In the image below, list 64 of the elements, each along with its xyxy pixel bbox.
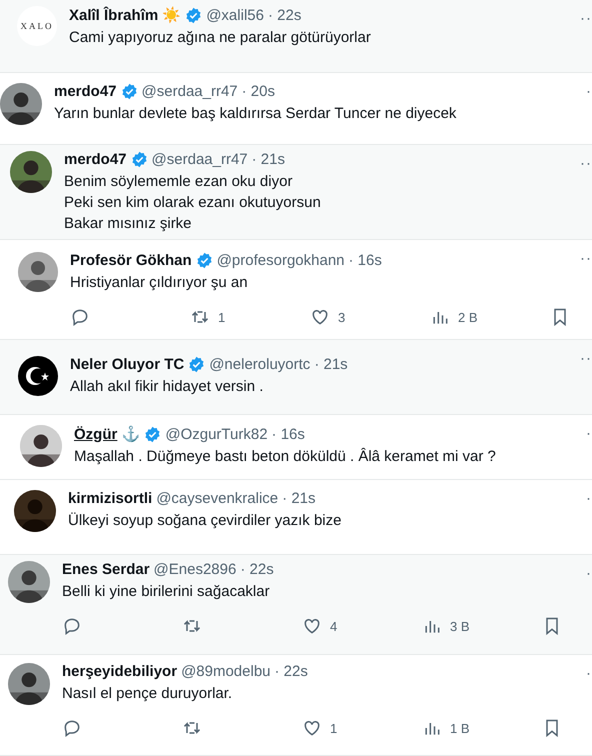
tweet-time: · 21s [282,490,316,507]
view-count: 1 B [450,720,470,736]
user-handle[interactable]: @xalil56 [206,6,264,24]
tweet-time: · 22s [268,6,302,24]
tweet-text: Hristiyanlar çıldırıyor şu an [70,273,249,293]
user-name[interactable]: Neler Oluyor TC [70,356,184,373]
tweet-time: · 20s [242,83,275,100]
tweet-text: Cami yapıyoruz ağına ne paralar götürüyorlar [69,28,372,48]
more-menu[interactable]: ·· [580,350,592,367]
user-handle[interactable]: @caysevenkralice [156,490,278,507]
user-name[interactable]: Profesör Gökhan [70,252,192,269]
tweet-text: Nasıl el pençe duruyorlar. [62,684,234,704]
tweet-text: Belli ki yine birilerini sağacaklar [62,582,271,602]
tweet-time: · 21s [252,151,285,168]
user-name[interactable]: kirmizisortli [68,490,152,507]
heart-icon[interactable] [310,307,330,327]
more-menu[interactable]: ·· [580,250,592,267]
tweet-text: Benim söylememle ezan oku diyor [64,172,294,192]
name-emoji: ⚓ [121,425,140,443]
more-menu[interactable]: · [586,83,592,100]
user-name[interactable]: merdo47 [64,151,127,168]
tweet-time: · 22s [240,561,274,578]
tweet-time: · 22s [274,663,308,680]
more-menu[interactable]: · [586,490,592,507]
more-menu[interactable]: ·· [580,10,592,27]
tweet-text: Peki sen kim olarak ezanı okutuyorsun [64,193,322,213]
user-name[interactable]: merdo47 [54,83,117,100]
user-handle[interactable]: @profesorgokhann [216,252,345,269]
user-handle[interactable]: @serdaa_rr47 [152,151,248,168]
heart-icon[interactable] [302,616,322,636]
more-menu[interactable]: ·· [580,155,592,172]
view-count: 2 B [458,310,478,324]
user-name[interactable]: Xalîl Îbrahîm [69,6,158,24]
logo-text: XALO [20,21,54,31]
tweet-text: Ülkeyi soyup soğana çevirdiler yazık bize [68,511,342,531]
user-handle[interactable]: @neleroluyortc [209,356,310,373]
more-menu[interactable]: · [586,425,592,442]
retweet-count: 1 [218,310,226,324]
reply-icon[interactable] [62,718,82,738]
tweet-text: Maşallah . Düğmeye bastı beton döküldü . Âlâ keramet mi var ? [74,446,497,467]
tweet-time: · 16s [348,252,382,269]
user-handle[interactable]: @Enes2896 [154,561,236,578]
tweet-text: Bakar mısınız şirke [64,214,193,234]
tweet-text: Allah akıl fikir hidayet versin . [70,377,264,397]
flag-avatar-icon [18,356,58,396]
like-count: 4 [330,618,338,634]
tweet-text: Yarın bunlar devlete baş kaldırırsa Serdar Tuncer ne diyecek [54,104,458,124]
user-handle[interactable]: @serdaa_rr47 [142,83,238,100]
tweet-time: · 16s [272,426,305,442]
user-name[interactable]: Özgür [74,426,118,442]
like-count: 3 [338,310,346,324]
reply-icon[interactable] [62,616,82,636]
tweet-time: · 21s [314,356,348,373]
user-handle[interactable]: @89modelbu [181,663,271,680]
more-menu[interactable]: · [586,565,592,582]
user-name[interactable]: Enes Serdar [62,561,150,578]
name-emoji: ☀ [162,6,182,24]
user-handle[interactable]: @OzgurTurk82 [165,426,268,442]
user-name[interactable]: herşeyidebiliyor [62,663,178,680]
heart-icon[interactable] [302,718,322,738]
view-count: 3 B [450,618,470,634]
more-menu[interactable]: · [586,665,592,682]
reply-icon[interactable] [70,307,90,327]
like-count: 1 [330,720,338,736]
